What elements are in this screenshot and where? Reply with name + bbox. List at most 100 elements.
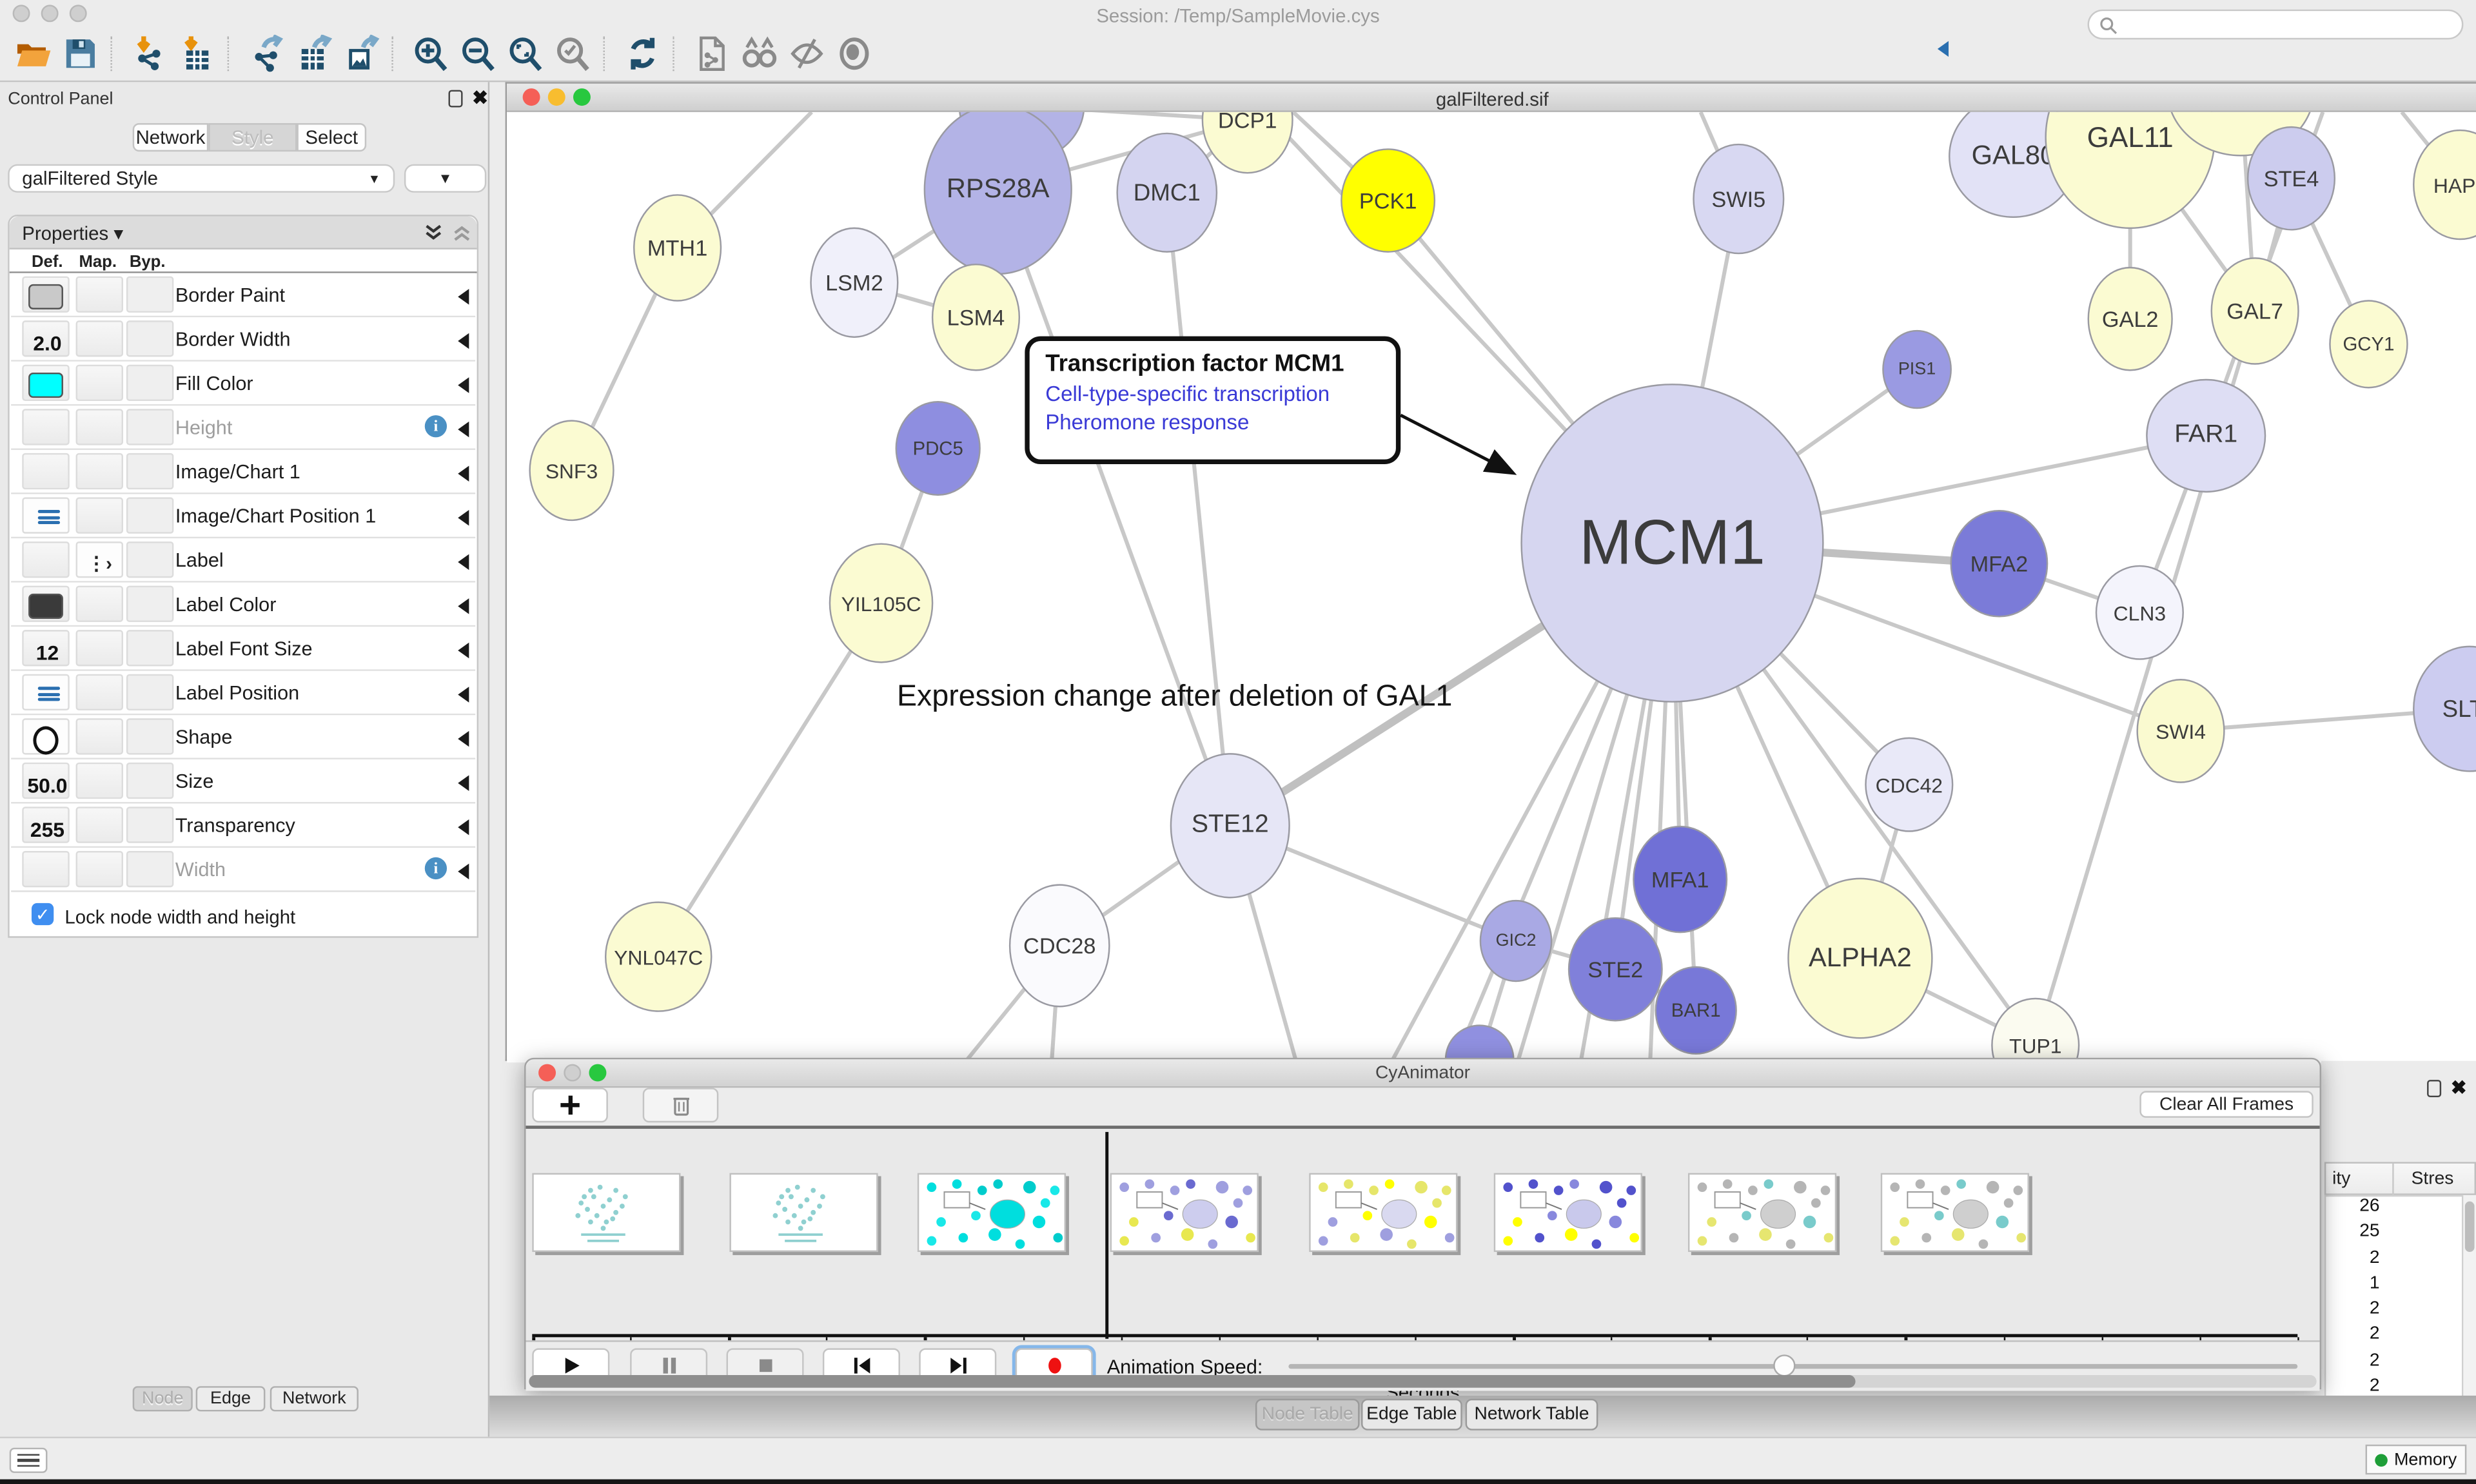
network-window-titlebar[interactable]: galFiltered.sif [507, 84, 2476, 112]
toolbar-overflow-icon[interactable] [1938, 41, 1949, 57]
frame-thumbnail-0[interactable] [532, 1173, 680, 1252]
timeline[interactable]: 0123456789 Seconds [526, 1129, 2320, 1340]
property-row[interactable]: 255Transparency [11, 804, 475, 848]
style-options-button[interactable]: ▼ [404, 164, 486, 193]
clear-all-frames-button[interactable]: Clear All Frames [2139, 1091, 2313, 1118]
slider-thumb[interactable] [1773, 1354, 1795, 1376]
scrollbar-thumb[interactable] [2465, 1202, 2475, 1252]
export-table-icon[interactable] [294, 33, 335, 74]
property-row[interactable]: Shape [11, 715, 475, 759]
table-row[interactable]: 1 [2326, 1274, 2462, 1300]
node-gal2[interactable]: GAL2 [2088, 267, 2173, 371]
expand-arrow-icon[interactable] [458, 422, 469, 437]
zoom-out-icon[interactable] [458, 33, 499, 74]
network-edge[interactable] [998, 190, 1230, 826]
property-row[interactable]: ⋮›Label [11, 538, 475, 583]
refresh-icon[interactable] [622, 33, 663, 74]
node-gcy1[interactable]: GCY1 [2329, 300, 2408, 388]
style-select[interactable]: galFiltered Style ▼ [8, 164, 395, 193]
mapping-cell[interactable] [76, 718, 123, 754]
expand-arrow-icon[interactable] [458, 554, 469, 570]
tab-style[interactable]: Style [208, 123, 297, 151]
default-value-cell[interactable] [22, 277, 69, 313]
show-eye-icon[interactable] [834, 33, 875, 74]
table-row[interactable]: 26 [2326, 1196, 2462, 1222]
default-value-cell[interactable] [22, 542, 69, 578]
default-value-cell[interactable]: 50.0 [22, 763, 69, 799]
node-dmc1[interactable]: DMC1 [1116, 133, 1217, 253]
expand-arrow-icon[interactable] [458, 598, 469, 614]
table-header[interactable]: ity Stres [2324, 1162, 2476, 1195]
mapping-cell[interactable] [76, 586, 123, 622]
default-value-cell[interactable] [22, 674, 69, 710]
mapping-cell[interactable] [76, 409, 123, 445]
float-panel-icon[interactable] [2427, 1080, 2441, 1097]
default-value-cell[interactable] [22, 497, 69, 533]
properties-header[interactable]: Properties ▾ [10, 217, 477, 249]
default-value-cell[interactable] [22, 453, 69, 489]
delete-frame-button[interactable] [643, 1088, 719, 1122]
node-bar1[interactable]: BAR1 [1655, 966, 1737, 1055]
frame-thumbnail-1[interactable] [729, 1173, 878, 1252]
expand-arrow-icon[interactable] [458, 289, 469, 304]
bypass-cell[interactable] [126, 674, 173, 710]
expand-arrow-icon[interactable] [458, 643, 469, 658]
memory-button[interactable]: Memory [2366, 1445, 2467, 1475]
expand-arrow-icon[interactable] [458, 687, 469, 702]
annotation-box[interactable]: Transcription factor MCM1 Cell-type-spec… [1025, 337, 1400, 464]
frame-thumbnail-3[interactable] [1110, 1173, 1259, 1252]
default-value-cell[interactable] [22, 409, 69, 445]
node-pck1[interactable]: PCK1 [1341, 148, 1435, 253]
import-network-icon[interactable] [130, 33, 171, 74]
close-panel-icon[interactable]: ✖ [2451, 1080, 2467, 1097]
collapse-all-icon[interactable] [451, 222, 472, 243]
mapping-cell[interactable] [76, 630, 123, 666]
node-ste2[interactable]: STE2 [1568, 917, 1663, 1022]
bypass-cell[interactable] [126, 763, 173, 799]
mapping-cell[interactable] [76, 277, 123, 313]
expand-all-icon[interactable] [423, 222, 444, 243]
import-table-icon[interactable] [177, 33, 218, 74]
property-row[interactable]: Border Paint [11, 273, 475, 318]
default-value-cell[interactable]: 255 [22, 806, 69, 843]
node-ste4[interactable]: STE4 [2247, 126, 2335, 231]
mapping-cell[interactable] [76, 497, 123, 533]
table-scrollbar[interactable] [2463, 1195, 2476, 1429]
expand-arrow-icon[interactable] [458, 510, 469, 525]
node-alpha2[interactable]: ALPHA2 [1787, 878, 1932, 1039]
zoom-in-icon[interactable] [411, 33, 452, 74]
expand-arrow-icon[interactable] [458, 377, 469, 393]
table-row[interactable]: 25 [2326, 1222, 2462, 1248]
node-far1[interactable]: FAR1 [2146, 379, 2266, 493]
document-network-icon[interactable] [692, 33, 733, 74]
property-row[interactable]: 2.0Border Width [11, 317, 475, 362]
node-cdc28[interactable]: CDC28 [1009, 884, 1110, 1007]
expand-arrow-icon[interactable] [458, 333, 469, 349]
mapping-cell[interactable] [76, 806, 123, 843]
close-panel-icon[interactable]: ✖ [472, 90, 488, 108]
node-snf3[interactable]: SNF3 [529, 420, 614, 521]
mapping-cell[interactable] [76, 453, 123, 489]
bypass-cell[interactable] [126, 497, 173, 533]
property-row[interactable]: Widthi [11, 848, 475, 892]
node-mcm1[interactable]: MCM1 [1520, 384, 1823, 703]
default-value-cell[interactable] [22, 851, 69, 887]
property-row[interactable]: Label Color [11, 583, 475, 627]
bypass-cell[interactable] [126, 277, 173, 313]
node-rps28a[interactable]: RPS28A [924, 112, 1072, 275]
annotation-link[interactable]: Pheromone response [1045, 411, 1380, 434]
node-mfa2[interactable]: MFA2 [1950, 510, 2048, 618]
timeline-scrollbar[interactable] [529, 1375, 2316, 1388]
property-row[interactable]: 12Label Font Size [11, 627, 475, 671]
annotation-link[interactable]: Cell-type-specific transcription [1045, 382, 1380, 406]
network-canvas[interactable]: RPS28ADMC1DCP1PCK1SWI5GAL80GAL11STE4HAP2… [507, 112, 2476, 1062]
expand-arrow-icon[interactable] [458, 731, 469, 747]
tab-edge[interactable]: Edge [196, 1386, 266, 1411]
expand-arrow-icon[interactable] [458, 819, 469, 835]
mapping-cell[interactable] [76, 851, 123, 887]
node-gal7[interactable]: GAL7 [2211, 257, 2299, 365]
default-value-cell[interactable]: 12 [22, 630, 69, 666]
property-row[interactable]: Image/Chart Position 1 [11, 494, 475, 539]
bypass-cell[interactable] [126, 542, 173, 578]
property-row[interactable]: Fill Color [11, 362, 475, 406]
